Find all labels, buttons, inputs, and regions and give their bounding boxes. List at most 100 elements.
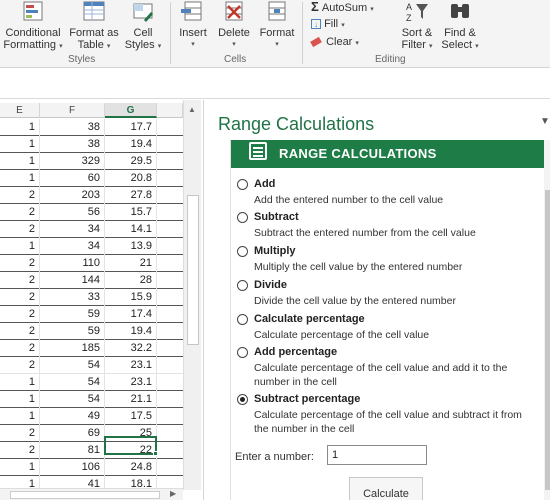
grid-cell-g[interactable]: 17.5	[105, 408, 157, 425]
grid-cell-e[interactable]: 2	[0, 187, 40, 204]
cell-styles-label-1: Cell	[133, 27, 153, 39]
grid-cell-g[interactable]: 14.1	[105, 221, 157, 238]
pane-scrollbar[interactable]	[544, 140, 550, 500]
number-input[interactable]	[327, 445, 427, 465]
radio-button[interactable]	[237, 347, 248, 358]
grid-cell-e[interactable]: 2	[0, 204, 40, 221]
grid-cell-e[interactable]: 1	[0, 153, 40, 170]
grid-cell-g[interactable]: 22	[105, 442, 157, 459]
insert-button[interactable]: Insert ▾	[174, 0, 212, 51]
grid-cell-g[interactable]: 25	[105, 425, 157, 442]
radio-button[interactable]	[237, 246, 248, 257]
grid-cell-e[interactable]: 2	[0, 340, 40, 357]
grid-cell-e[interactable]: 2	[0, 255, 40, 272]
grid-cell-f[interactable]: 110	[40, 255, 105, 272]
grid-cell-g[interactable]: 23.1	[105, 374, 157, 391]
fill-button[interactable]: ↓ Fill ▾	[311, 17, 345, 33]
sort-filter-button[interactable]: AZ Sort & Filter ▾	[396, 0, 438, 53]
grid-cell-e[interactable]: 2	[0, 357, 40, 374]
grid-cell-e[interactable]: 1	[0, 408, 40, 425]
grid-cell-e[interactable]: 1	[0, 238, 40, 255]
scroll-right-arrow-icon[interactable]: ▶	[170, 489, 176, 498]
conditional-formatting-button[interactable]: Conditional Formatting ▾	[2, 0, 64, 53]
grid-cell-e[interactable]: 1	[0, 119, 40, 136]
cell-styles-button[interactable]: Cell Styles ▾	[122, 0, 164, 53]
grid-cell-f[interactable]: 34	[40, 221, 105, 238]
grid-cell-e[interactable]: 1	[0, 391, 40, 408]
format-as-table-button[interactable]: Format as Table ▾	[66, 0, 122, 53]
spreadsheet-grid[interactable]: E F G 1 38 17.7 1 38 19.4 1 329 29.5 1 60 20.8 2 203 2…	[0, 100, 183, 500]
grid-cell-e[interactable]: 1	[0, 170, 40, 187]
grid-cell-f[interactable]: 60	[40, 170, 105, 187]
grid-cell-e[interactable]: 2	[0, 272, 40, 289]
grid-vertical-scrollbar[interactable]: ▲	[183, 100, 201, 490]
find-select-button[interactable]: Find & Select ▾	[438, 0, 482, 53]
delete-button[interactable]: Delete ▾	[214, 0, 254, 51]
grid-cell-g[interactable]: 15.7	[105, 204, 157, 221]
column-header-h[interactable]	[157, 103, 183, 118]
scrollbar-thumb[interactable]	[545, 190, 550, 490]
grid-cell-g[interactable]: 29.5	[105, 153, 157, 170]
grid-cell-g[interactable]: 19.4	[105, 323, 157, 340]
grid-cell-g[interactable]: 13.9	[105, 238, 157, 255]
radio-button[interactable]	[237, 314, 248, 325]
grid-cell-f[interactable]: 69	[40, 425, 105, 442]
calculate-button[interactable]: Calculate	[349, 477, 423, 500]
grid-cell-e[interactable]: 2	[0, 306, 40, 323]
grid-cell-g[interactable]: 21.1	[105, 391, 157, 408]
grid-cell-f[interactable]: 203	[40, 187, 105, 204]
grid-cell-f[interactable]: 38	[40, 119, 105, 136]
grid-cell-g[interactable]: 19.4	[105, 136, 157, 153]
grid-cell-f[interactable]: 59	[40, 306, 105, 323]
column-header-e[interactable]: E	[0, 103, 40, 118]
grid-cell-f[interactable]: 81	[40, 442, 105, 459]
radio-button[interactable]	[237, 280, 248, 291]
radio-button[interactable]	[237, 394, 248, 405]
grid-cell-f[interactable]: 49	[40, 408, 105, 425]
grid-cell-g[interactable]: 17.4	[105, 306, 157, 323]
grid-cell-f[interactable]: 185	[40, 340, 105, 357]
grid-cell-e[interactable]: 2	[0, 442, 40, 459]
grid-cell-f[interactable]: 144	[40, 272, 105, 289]
fill-handle[interactable]	[153, 451, 158, 456]
grid-cell-e[interactable]: 1	[0, 459, 40, 476]
grid-cell-f[interactable]: 59	[40, 323, 105, 340]
grid-cell-e[interactable]: 2	[0, 323, 40, 340]
grid-cell-g[interactable]: 32.2	[105, 340, 157, 357]
scrollbar-thumb[interactable]	[187, 195, 199, 345]
grid-horizontal-scrollbar[interactable]: ▶	[0, 488, 183, 500]
option-label: Add	[254, 178, 276, 190]
column-header-g[interactable]: G	[105, 103, 157, 118]
grid-cell-f[interactable]: 56	[40, 204, 105, 221]
grid-cell-g[interactable]: 15.9	[105, 289, 157, 306]
format-button[interactable]: Format ▾	[256, 0, 298, 51]
grid-cell-e[interactable]: 2	[0, 221, 40, 238]
pane-options-dropdown-icon[interactable]: ▼	[540, 116, 550, 127]
column-header-f[interactable]: F	[40, 103, 105, 118]
grid-cell-f[interactable]: 33	[40, 289, 105, 306]
autosum-button[interactable]: Σ AutoSum ▾	[311, 0, 374, 17]
grid-cell-f[interactable]: 34	[40, 238, 105, 255]
grid-cell-f[interactable]: 38	[40, 136, 105, 153]
grid-cell-f[interactable]: 54	[40, 374, 105, 391]
clear-button[interactable]: Clear ▾	[310, 35, 359, 51]
grid-cell-e[interactable]: 1	[0, 374, 40, 391]
grid-cell-g[interactable]: 20.8	[105, 170, 157, 187]
grid-cell-f[interactable]: 329	[40, 153, 105, 170]
grid-cell-f[interactable]: 54	[40, 357, 105, 374]
grid-cell-e[interactable]: 2	[0, 289, 40, 306]
grid-cell-g[interactable]: 21	[105, 255, 157, 272]
grid-cell-g[interactable]: 27.8	[105, 187, 157, 204]
radio-button[interactable]	[237, 212, 248, 223]
grid-cell-e[interactable]: 2	[0, 425, 40, 442]
grid-cell-g[interactable]: 23.1	[105, 357, 157, 374]
radio-button[interactable]	[237, 179, 248, 190]
grid-cell-g[interactable]: 17.7	[105, 119, 157, 136]
grid-cell-e[interactable]: 1	[0, 136, 40, 153]
scroll-up-arrow-icon[interactable]: ▲	[188, 105, 196, 114]
scrollbar-thumb[interactable]	[10, 491, 160, 499]
grid-cell-f[interactable]: 54	[40, 391, 105, 408]
grid-cell-f[interactable]: 106	[40, 459, 105, 476]
grid-cell-g[interactable]: 24.8	[105, 459, 157, 476]
grid-cell-g[interactable]: 28	[105, 272, 157, 289]
